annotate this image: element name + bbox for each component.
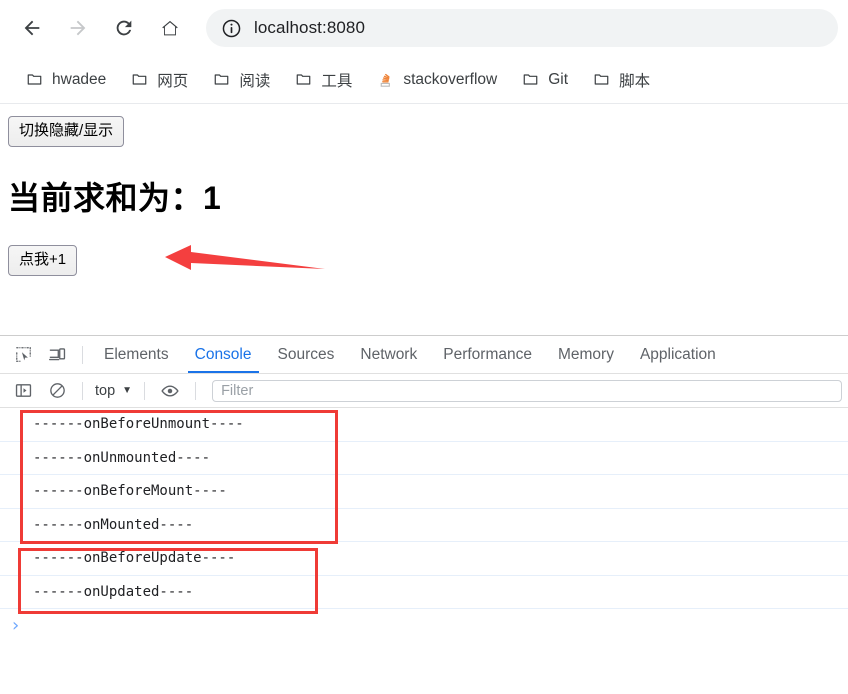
inspect-element-icon <box>15 347 31 362</box>
tab-memory[interactable]: Memory <box>545 336 627 373</box>
folder-icon <box>592 71 610 89</box>
tab-network[interactable]: Network <box>347 336 430 373</box>
arrow-to-toggle-button <box>165 245 325 270</box>
arrow-left-icon <box>24 20 40 36</box>
toolbar-divider <box>195 381 197 400</box>
console-sidebar-button[interactable] <box>8 377 38 405</box>
clear-console-icon <box>49 383 65 398</box>
execution-context-selector[interactable]: top ▼ <box>91 383 136 399</box>
address-bar[interactable]: localhost:8080 <box>206 9 838 47</box>
tab-application[interactable]: Application <box>627 336 729 373</box>
bookmark-label: hwadee <box>52 70 107 88</box>
bookmark-yuedu[interactable]: 阅读 <box>203 64 279 96</box>
home-icon <box>162 20 178 36</box>
increment-button[interactable]: 点我+1 <box>8 245 78 276</box>
browser-navigation-bar: localhost:8080 <box>0 0 848 56</box>
console-message-row: ------onBeforeMount---- <box>0 475 848 509</box>
device-toolbar-button[interactable] <box>42 341 72 369</box>
page-title: 当前求和为：1 <box>8 180 222 216</box>
tab-elements[interactable]: Elements <box>91 336 182 373</box>
console-message-row: ------onBeforeUpdate---- <box>0 542 848 576</box>
console-message-row: ------onMounted---- <box>0 509 848 542</box>
live-expression-button[interactable] <box>155 377 185 405</box>
inspect-element-button[interactable] <box>8 341 38 369</box>
live-expression-icon <box>161 384 179 397</box>
bookmark-stackoverflow[interactable]: stackoverflow <box>367 64 506 96</box>
bookmark-label: 阅读 <box>239 72 271 90</box>
reload-icon <box>116 20 132 36</box>
clear-console-button[interactable] <box>42 377 72 405</box>
bookmark-label: 脚本 <box>619 72 651 90</box>
browser-chrome: localhost:8080 hwadee 网页 阅读 工具 stackover… <box>0 0 848 104</box>
back-button[interactable] <box>14 10 50 46</box>
prompt-chevron-icon: › <box>12 615 20 636</box>
tab-console[interactable]: Console <box>182 336 265 373</box>
console-message-row: ------onBeforeUnmount---- <box>0 408 848 442</box>
console-sidebar-icon <box>15 384 31 397</box>
info-circle-icon <box>222 19 240 37</box>
tab-sources[interactable]: Sources <box>265 336 348 373</box>
bookmark-wangye[interactable]: 网页 <box>121 64 197 96</box>
console-toolbar: top ▼ <box>0 374 848 408</box>
bookmark-git[interactable]: Git <box>512 64 577 96</box>
address-bar-url: localhost:8080 <box>254 18 366 37</box>
console-message-row: ------onUpdated---- <box>0 576 848 609</box>
console-message-list[interactable]: ------onBeforeUnmount---- ------onUnmoun… <box>0 408 848 682</box>
bookmarks-bar: hwadee 网页 阅读 工具 stackoverflow Git 脚本 <box>0 56 848 104</box>
folder-icon <box>25 71 43 89</box>
bookmark-label: 工具 <box>321 72 353 90</box>
home-button[interactable] <box>152 10 188 46</box>
stackoverflow-icon <box>376 71 394 89</box>
bookmark-label: 网页 <box>157 72 189 90</box>
folder-icon <box>212 71 230 89</box>
console-filter-input[interactable] <box>212 379 842 402</box>
bookmark-hwadee[interactable]: hwadee <box>16 64 115 96</box>
toolbar-divider <box>82 345 83 364</box>
bookmark-label: stackoverflow <box>403 70 498 88</box>
devtools-panel: Elements Console Sources Network Perform… <box>0 335 848 682</box>
execution-context-label: top <box>95 382 116 399</box>
forward-button[interactable] <box>60 10 96 46</box>
bookmark-gongju[interactable]: 工具 <box>285 64 361 96</box>
folder-icon <box>521 71 539 89</box>
console-message-row: ------onUnmounted---- <box>0 442 848 475</box>
bookmark-label: Git <box>548 70 569 88</box>
reload-button[interactable] <box>106 10 142 46</box>
folder-icon <box>130 71 148 89</box>
devtools-tab-bar: Elements Console Sources Network Perform… <box>0 336 848 374</box>
tab-performance[interactable]: Performance <box>430 336 545 373</box>
bookmark-jiaoben[interactable]: 脚本 <box>583 64 659 96</box>
toggle-visibility-button[interactable]: 切换隐藏/显示 <box>8 116 125 147</box>
folder-icon <box>294 71 312 89</box>
toolbar-divider <box>82 381 83 400</box>
site-info-icon[interactable] <box>220 17 242 39</box>
console-input-prompt[interactable]: › <box>0 609 848 642</box>
page-content-area: 切换隐藏/显示 当前求和为：1 点我+1 <box>0 104 848 335</box>
chevron-down-icon: ▼ <box>122 385 133 396</box>
device-toolbar-icon <box>48 348 65 361</box>
toolbar-divider <box>144 381 146 400</box>
arrow-right-icon <box>70 20 86 36</box>
